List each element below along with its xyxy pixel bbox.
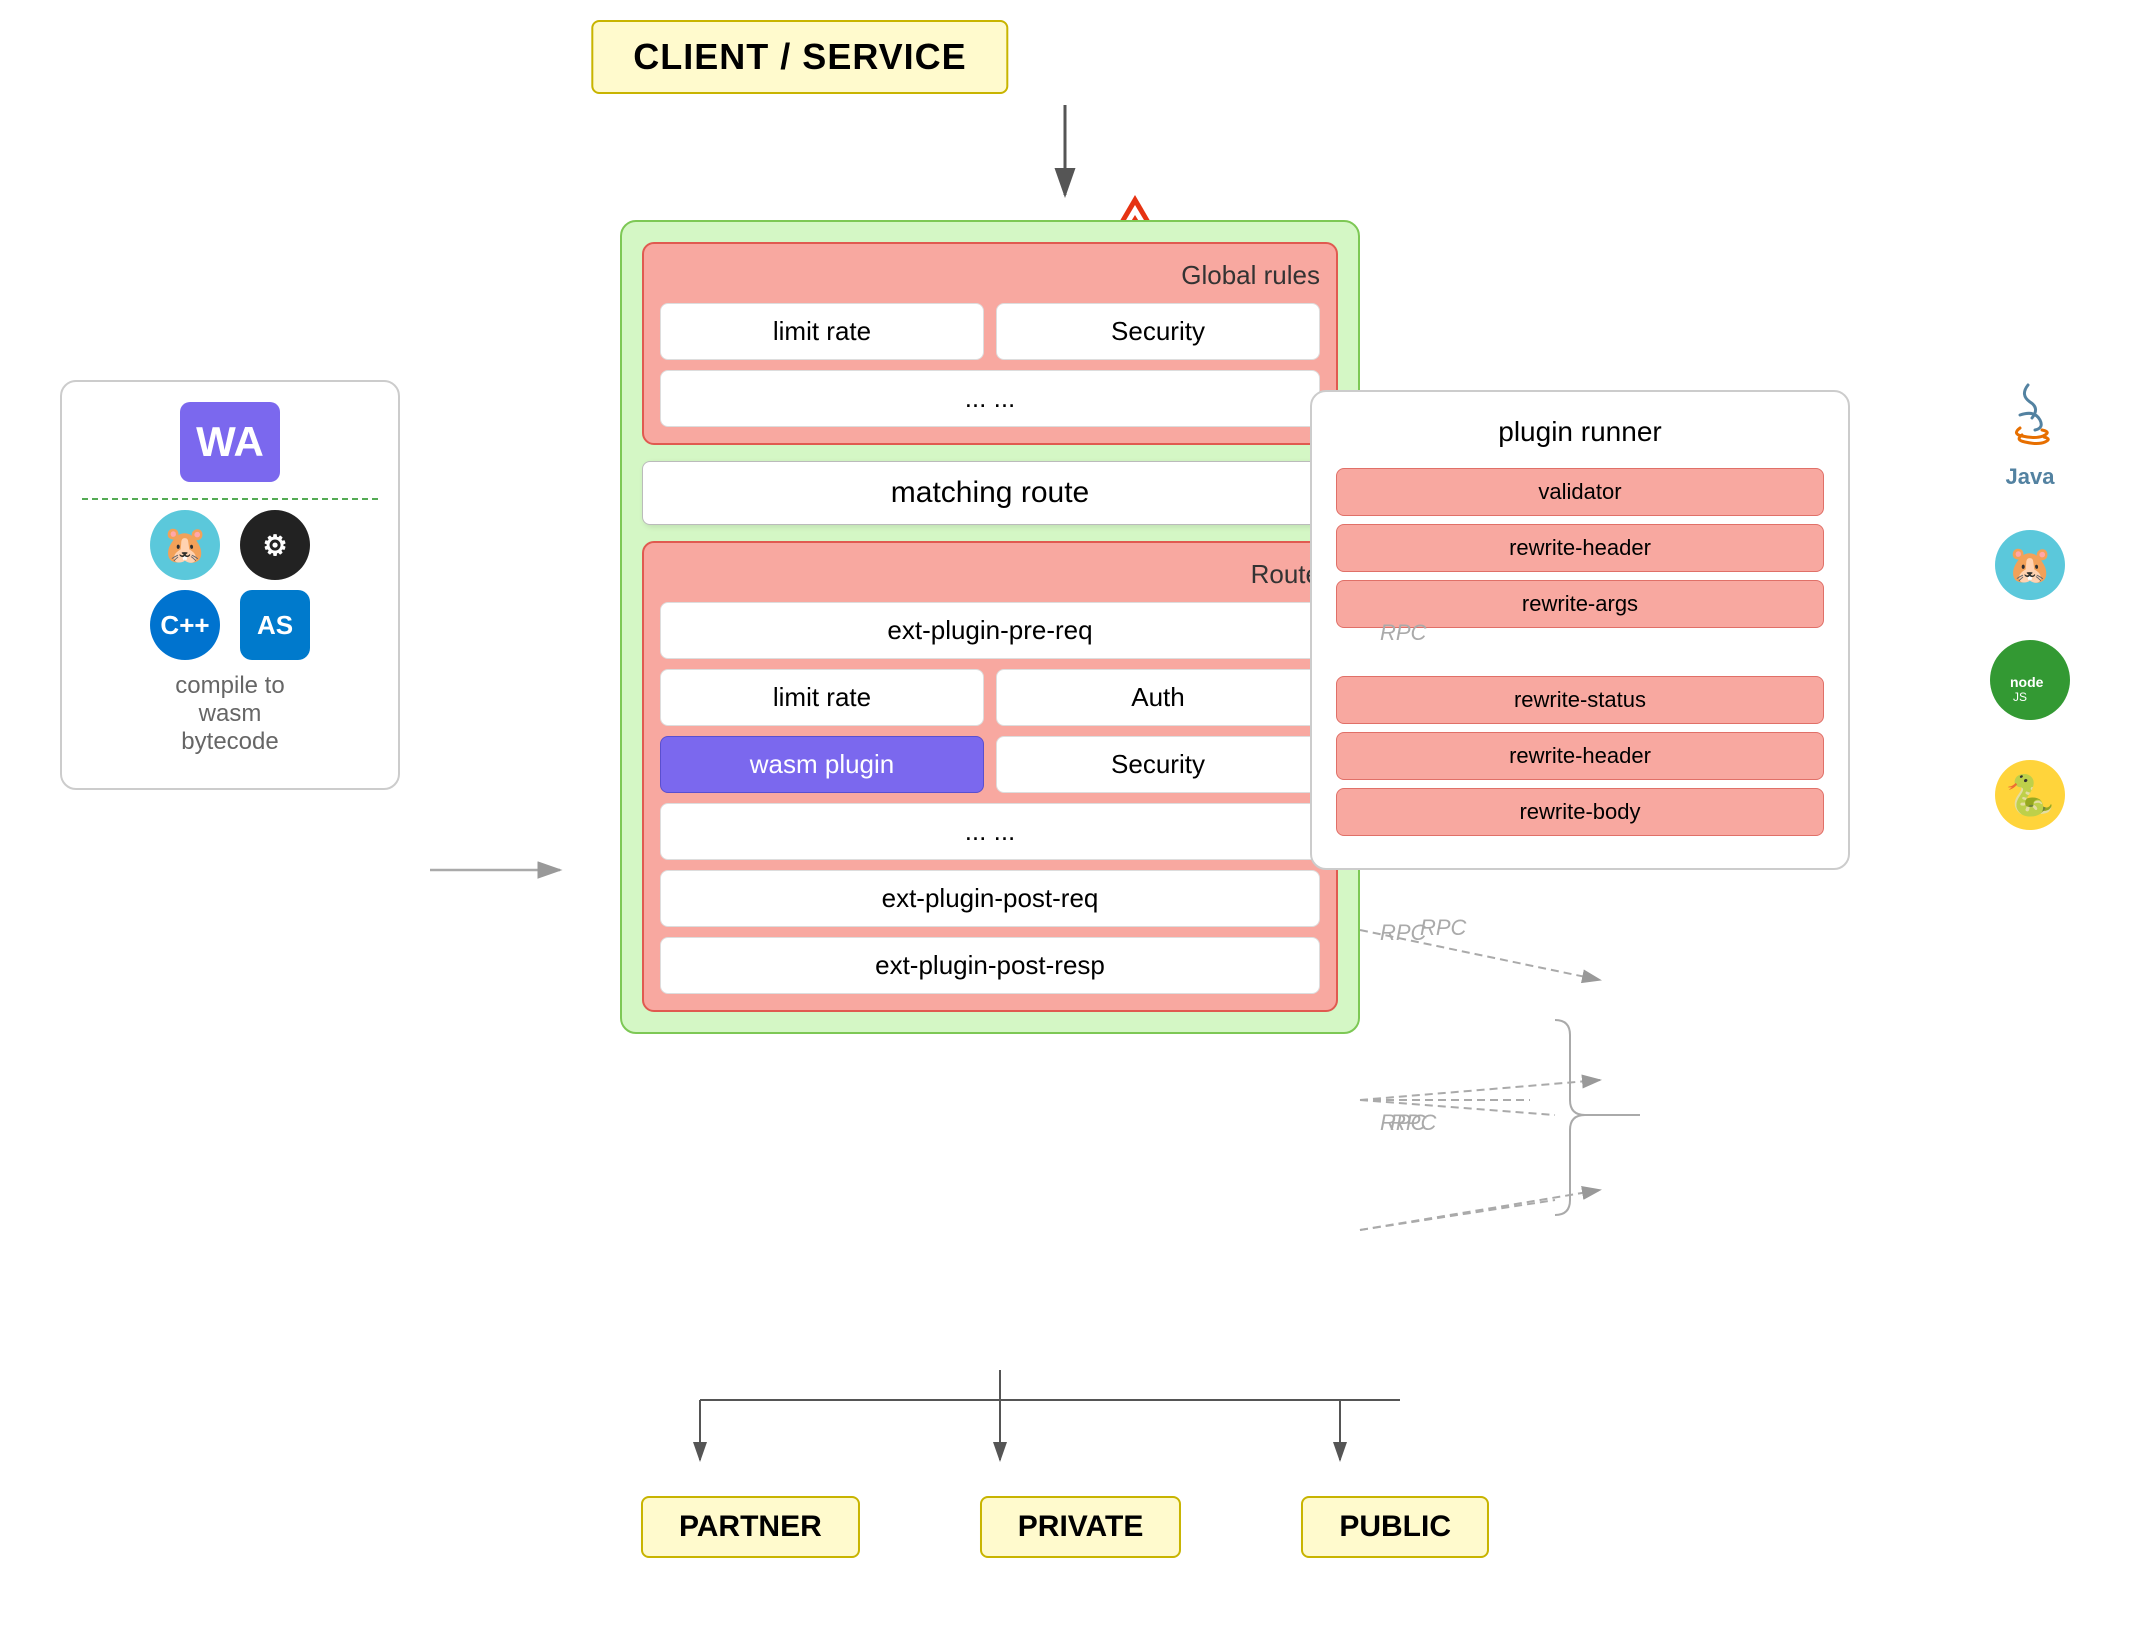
plugin-group-2: rewrite-status rewrite-header rewrite-bo…	[1336, 676, 1824, 836]
go-icon-group: 🐹	[1995, 530, 2065, 600]
diagram-container: RPC RPC RPC CLIENT / SERVICE	[0, 0, 2130, 1638]
curly-brace-2	[1555, 1020, 1585, 1215]
java-icon-group: Java	[2000, 380, 2060, 490]
wa-label: WA	[196, 418, 264, 466]
wa-badge: WA	[180, 402, 280, 482]
route-row-2: limit rate Auth	[660, 669, 1320, 726]
python-icon: 🐍	[1995, 760, 2065, 830]
plugin-rewrite-body: rewrite-body	[1336, 788, 1824, 836]
rust-icon: ⚙	[240, 510, 310, 580]
plugin-rewrite-header-1: rewrite-header	[1336, 524, 1824, 572]
plugin-group-1: validator rewrite-header rewrite-args	[1336, 468, 1824, 628]
global-rules-row-1: limit rate Security	[660, 303, 1320, 360]
nodejs-icon: node JS	[1990, 640, 2070, 720]
rpc-label-2: RPC	[1420, 915, 1467, 940]
svg-text:JS: JS	[2013, 690, 2027, 704]
route-row-3: wasm plugin Security	[660, 736, 1320, 793]
plugin-rewrite-header-2: rewrite-header	[1336, 732, 1824, 780]
destination-boxes: PARTNER PRIVATE PUBLIC	[641, 1496, 1489, 1558]
lang-icons-panel: Java 🐹 node JS 🐍	[1990, 380, 2070, 830]
global-rules-title: Global rules	[660, 260, 1320, 291]
rpc-label-overlay-2: RPC	[1380, 920, 1426, 946]
plugin-runner-title: plugin runner	[1336, 416, 1824, 448]
left-go-icon: 🐹	[150, 510, 220, 580]
nodejs-logo: node JS	[2005, 655, 2055, 705]
icon-row-1: 🐹 ⚙	[82, 510, 378, 580]
ext-plugin-post-req: ext-plugin-post-req	[660, 870, 1320, 927]
public-box: PUBLIC	[1301, 1496, 1489, 1558]
cpp-icon: C++	[150, 590, 220, 660]
rpc-text-2: RPC	[1380, 920, 1426, 945]
left-wasm-panel: WA 🐹 ⚙ C++ AS compile towasmbytecode	[60, 380, 400, 790]
plugin-validator: validator	[1336, 468, 1824, 516]
route-box: Route ext-plugin-pre-req limit rate Auth…	[642, 541, 1338, 1012]
client-service-box: CLIENT / SERVICE	[591, 20, 1008, 94]
route-title: Route	[660, 559, 1320, 590]
ext-plugin-post-resp: ext-plugin-post-resp	[660, 937, 1320, 994]
go-gopher-icon: 🐹	[1995, 530, 2065, 600]
global-security: Security	[996, 303, 1320, 360]
partner-box: PARTNER	[641, 1496, 860, 1558]
private-box: PRIVATE	[980, 1496, 1182, 1558]
post-resp-to-brace	[1360, 1200, 1555, 1230]
plugin-rewrite-status: rewrite-status	[1336, 676, 1824, 724]
nodejs-icon-group: node JS	[1990, 640, 2070, 720]
java-icon	[2000, 380, 2060, 460]
route-security: Security	[996, 736, 1320, 793]
matching-route-box: matching route	[642, 461, 1338, 525]
rpc-label-overlay-3: RPC	[1380, 1110, 1426, 1136]
global-rules-box: Global rules limit rate Security ... ...	[642, 242, 1338, 445]
client-service-label: CLIENT / SERVICE	[633, 36, 966, 77]
dashed-separator	[82, 498, 378, 500]
rpc-label-overlay-1: RPC	[1380, 620, 1426, 646]
apisix-main-container: Global rules limit rate Security ... ...…	[620, 220, 1360, 1034]
wasm-plugin: wasm plugin	[660, 736, 984, 793]
rpc-arrow-3	[1360, 1080, 1600, 1100]
python-icon-group: 🐍	[1995, 760, 2065, 830]
global-ellipsis: ... ...	[660, 370, 1320, 427]
java-label: Java	[2006, 464, 2055, 490]
route-auth: Auth	[996, 669, 1320, 726]
assemblyscript-icon: AS	[240, 590, 310, 660]
icon-row-2: C++ AS	[82, 590, 378, 660]
svg-text:node: node	[2010, 674, 2044, 690]
rpc-text-3: RPC	[1380, 1110, 1426, 1135]
ext-plugin-pre-req: ext-plugin-pre-req	[660, 602, 1320, 659]
rpc-text-1: RPC	[1380, 620, 1426, 645]
route-limit-rate: limit rate	[660, 669, 984, 726]
compile-text: compile towasmbytecode	[82, 672, 378, 756]
route-ellipsis: ... ...	[660, 803, 1320, 860]
rpc-arrow-4	[1360, 1190, 1600, 1230]
global-limit-rate: limit rate	[660, 303, 984, 360]
